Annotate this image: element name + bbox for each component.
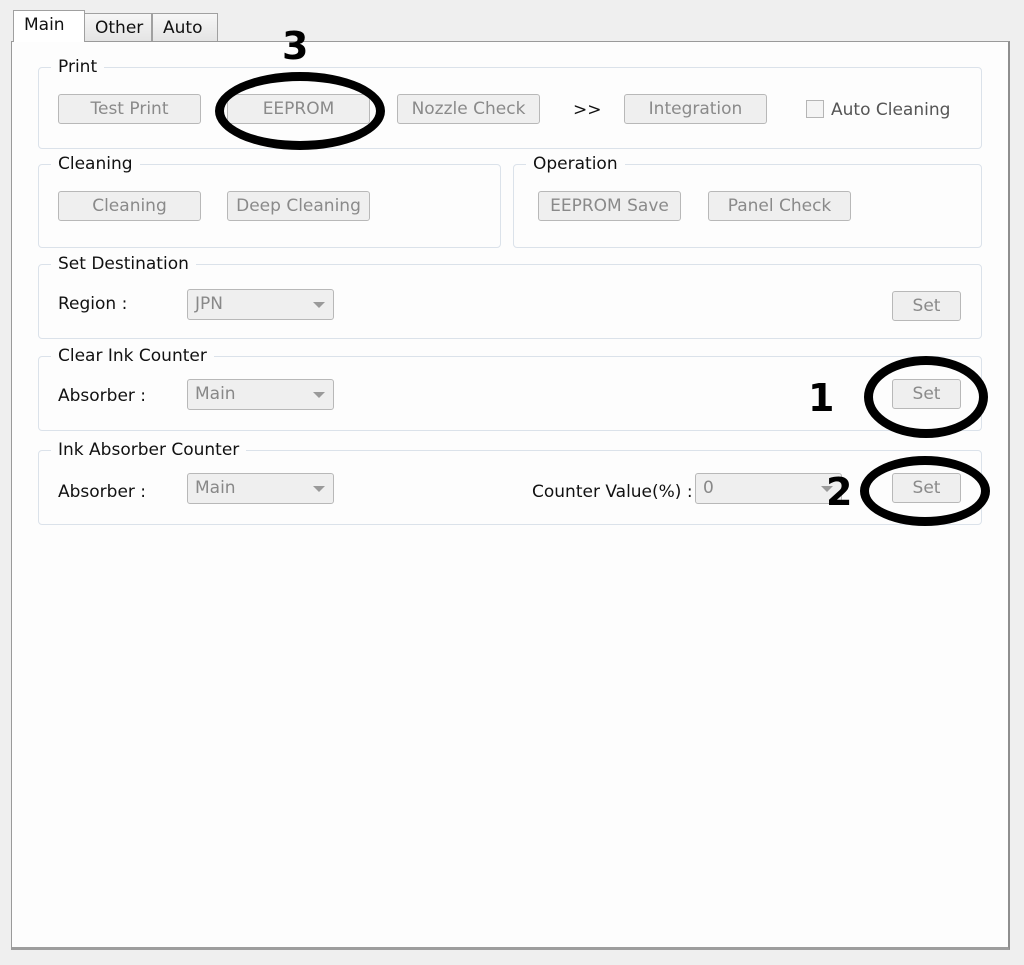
chevron-down-icon (313, 486, 325, 492)
counter-value-select-value: 0 (703, 478, 714, 498)
region-select[interactable]: JPN (187, 289, 334, 320)
annotation-circle-3 (215, 72, 385, 150)
operation-group-title: Operation (526, 153, 625, 175)
annotation-number-1: 1 (808, 376, 835, 420)
region-select-value: JPN (195, 294, 223, 314)
cleaning-group: Cleaning Cleaning Deep Cleaning (38, 153, 501, 248)
region-label: Region : (58, 294, 128, 314)
nozzle-check-button[interactable]: Nozzle Check (397, 94, 540, 124)
set-destination-set-button[interactable]: Set (892, 291, 961, 321)
print-group-title: Print (51, 56, 105, 78)
clear-ink-counter-group: Clear Ink Counter Absorber : Main Set (38, 345, 982, 431)
deep-cleaning-button[interactable]: Deep Cleaning (227, 191, 370, 221)
absorber-label: Absorber : (58, 482, 147, 502)
chevron-down-icon (313, 392, 325, 398)
clear-ink-counter-group-title: Clear Ink Counter (51, 345, 214, 367)
operation-group: Operation EEPROM Save Panel Check (513, 153, 982, 248)
next-arrow-icon: >> (573, 100, 602, 120)
ink-absorber-counter-group-title: Ink Absorber Counter (51, 439, 247, 461)
annotation-number-3: 3 (282, 24, 309, 68)
cleaning-group-title: Cleaning (51, 153, 140, 175)
auto-cleaning-checkbox[interactable] (806, 100, 824, 118)
set-destination-group-title: Set Destination (51, 253, 196, 275)
annotation-circle-2 (860, 456, 990, 526)
panel-check-button[interactable]: Panel Check (708, 191, 851, 221)
counter-value-label: Counter Value(%) : (532, 482, 693, 502)
print-group: Print Test Print EEPROM Nozzle Check >> … (38, 56, 982, 149)
tab-main[interactable]: Main (13, 10, 85, 42)
absorber-select-value: Main (195, 478, 236, 498)
annotation-number-2: 2 (826, 470, 853, 514)
chevron-down-icon (313, 302, 325, 308)
eeprom-save-button[interactable]: EEPROM Save (538, 191, 681, 221)
clear-absorber-select[interactable]: Main (187, 379, 334, 410)
auto-cleaning-label[interactable]: Auto Cleaning (831, 99, 950, 121)
clear-absorber-select-value: Main (195, 384, 236, 404)
tab-other[interactable]: Other (84, 13, 152, 41)
clear-absorber-label: Absorber : (58, 386, 147, 406)
annotation-circle-1 (864, 356, 988, 438)
absorber-select[interactable]: Main (187, 473, 334, 504)
test-print-button[interactable]: Test Print (58, 94, 201, 124)
integration-button[interactable]: Integration (624, 94, 767, 124)
counter-value-select[interactable]: 0 (695, 473, 842, 504)
cleaning-button[interactable]: Cleaning (58, 191, 201, 221)
set-destination-group: Set Destination Region : JPN Set (38, 253, 982, 339)
tab-auto[interactable]: Auto (152, 13, 218, 41)
